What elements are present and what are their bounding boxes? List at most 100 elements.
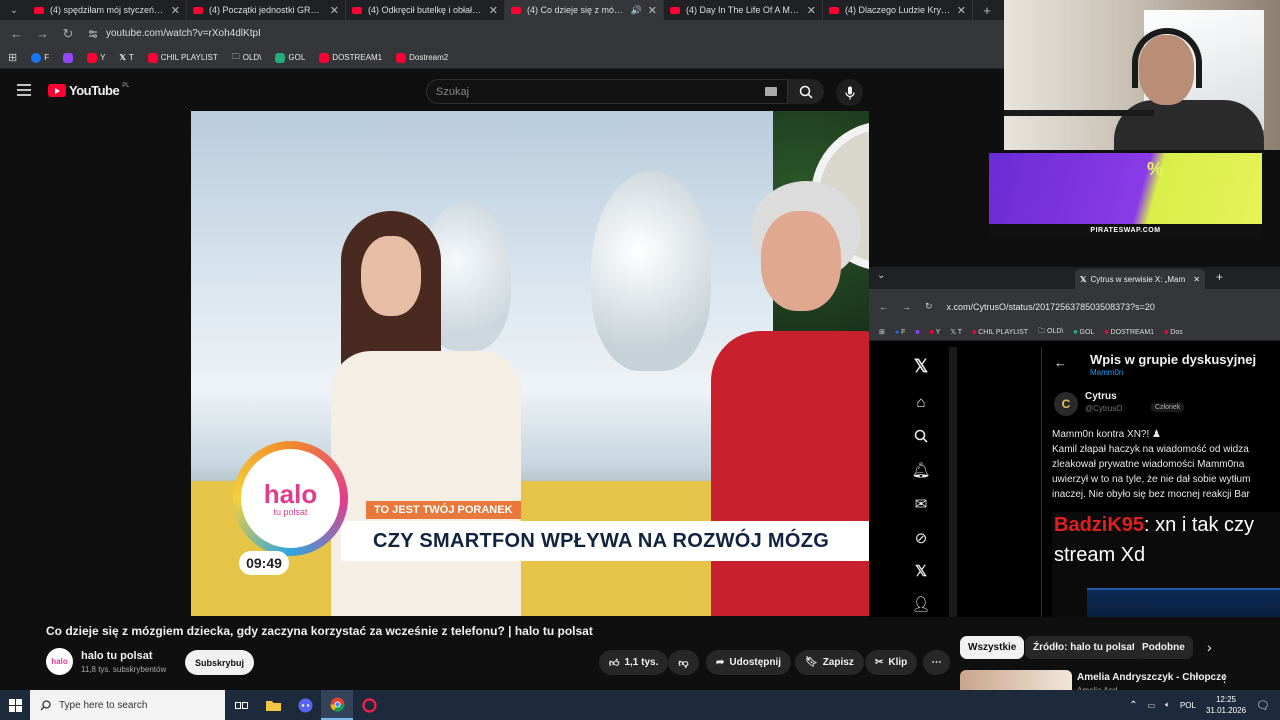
bookmark-facebook[interactable]: F: [31, 52, 49, 63]
back-arrow-icon[interactable]: ←: [1054, 355, 1067, 370]
x-url-text[interactable]: x.com/CytrusO/status/2017256378503508373…: [947, 302, 1155, 312]
dislike-button[interactable]: 👎︎: [668, 650, 699, 675]
tray-chevron-up-icon[interactable]: ⌃: [1129, 700, 1137, 711]
back-arrow-icon[interactable]: ←: [879, 302, 888, 312]
bookmark-twitch[interactable]: ■: [915, 329, 919, 336]
bookmark-x[interactable]: 𝕏 T: [950, 328, 962, 336]
browser-tab[interactable]: (4) Odkręcił butelkę i obłał ścia ✕: [346, 0, 505, 20]
close-tab-icon[interactable]: ✕: [171, 4, 180, 17]
reload-icon[interactable]: ↻: [925, 301, 933, 312]
browser-tab-active[interactable]: (4) Co dzieje się z mózgiem 🔊 ✕: [505, 0, 664, 20]
bookmark-twitch[interactable]: [63, 52, 74, 63]
chip-related[interactable]: Podobne: [1134, 636, 1193, 659]
windows-start-button[interactable]: [0, 690, 30, 720]
browser-tab[interactable]: (4) spędziłam mój styczeń w do ✕: [28, 0, 187, 20]
browser-tab[interactable]: (4) Dlaczego Ludzie Krytykują Te ✕: [823, 0, 973, 20]
home-icon[interactable]: ⌂: [912, 393, 930, 411]
close-tab-icon[interactable]: ✕: [1193, 275, 1200, 284]
apps-grid-icon[interactable]: ⊞: [8, 51, 17, 64]
bookmark-dostream2[interactable]: ■ Dos: [1164, 329, 1183, 336]
chrome-icon[interactable]: [321, 690, 353, 720]
close-tab-icon[interactable]: ✕: [957, 4, 966, 17]
youtube-logo[interactable]: YouTube PL: [48, 83, 130, 98]
forward-arrow-icon[interactable]: →: [902, 302, 911, 312]
bookmark-dostream1[interactable]: ■ DOSTREAM1: [1104, 329, 1154, 336]
scrollbar[interactable]: [949, 347, 957, 617]
video-player[interactable]: CZY SMARTFON WPŁYWA NA ROZWÓJ MÓZG TO JE…: [0, 111, 1004, 616]
volume-icon[interactable]: 🔈︎: [1165, 700, 1170, 710]
bookmark-gol[interactable]: ■ GOL: [1073, 329, 1094, 336]
discord-icon[interactable]: [289, 690, 321, 720]
channel-avatar[interactable]: halo: [46, 648, 73, 675]
share-button[interactable]: ➦ Udostępnij: [706, 650, 792, 675]
taskbar-search-input[interactable]: Type here to search: [30, 690, 225, 720]
subscribe-button[interactable]: Subskrybuj: [185, 650, 254, 675]
close-tab-icon[interactable]: ✕: [330, 4, 339, 17]
more-actions-button[interactable]: ⋯: [923, 650, 950, 675]
bookmark-folder-old[interactable]: 🗀 OLD\: [1038, 327, 1063, 338]
bookmark-gol[interactable]: GOL: [275, 52, 305, 63]
save-button[interactable]: 🔖︎ Zapisz: [795, 650, 864, 675]
chevron-right-icon[interactable]: ›: [1207, 639, 1212, 655]
task-view-icon[interactable]: [225, 690, 257, 720]
bookmark-folder-old[interactable]: 🗀 OLD\: [232, 51, 262, 65]
close-tab-icon[interactable]: ✕: [807, 4, 816, 17]
notifications-bell-icon[interactable]: 🔔︎: [911, 461, 930, 479]
messages-envelope-icon[interactable]: ✉: [912, 495, 930, 513]
network-icon[interactable]: ▭: [1148, 701, 1156, 710]
bookmark-dostream1[interactable]: DOSTREAM1: [319, 52, 382, 63]
like-button[interactable]: 👍︎ 1,1 tys.: [599, 650, 669, 675]
search-icon[interactable]: [912, 427, 930, 445]
site-info-icon[interactable]: [88, 29, 98, 39]
grok-icon[interactable]: ⊘: [912, 529, 930, 547]
chip-all[interactable]: Wszystkie: [960, 636, 1025, 659]
recommended-thumbnail[interactable]: [960, 670, 1072, 692]
browser-tab[interactable]: (4) Day In The Life Of A Multi-M ✕: [664, 0, 823, 20]
chip-source[interactable]: Źródło: halo tu polsat: [1025, 636, 1144, 659]
close-tab-icon[interactable]: ✕: [489, 4, 498, 17]
browser-tab[interactable]: (4) Początki jednostki GROM. A ✕: [187, 0, 346, 20]
post-media[interactable]: BadziK95: xn i tak czy stream Xd: [1052, 512, 1280, 617]
bookmark-dostream2[interactable]: Dostream2: [396, 52, 448, 63]
taskbar-clock[interactable]: 12:25 31.01.2026: [1206, 694, 1246, 716]
profile-icon[interactable]: 👤︎: [911, 595, 930, 613]
author-avatar[interactable]: C: [1054, 392, 1078, 416]
voice-search-button[interactable]: [836, 79, 863, 106]
bookmark-chil-playlist[interactable]: ■ CHIL PLAYLIST: [972, 329, 1028, 336]
kebab-menu-icon[interactable]: ⋮: [1219, 672, 1230, 685]
close-tab-icon[interactable]: ✕: [648, 4, 657, 17]
forward-arrow-icon[interactable]: →: [36, 26, 49, 41]
notification-center-icon[interactable]: 🗨︎: [1256, 699, 1270, 712]
tab-search-chevron-icon[interactable]: ⌄: [0, 0, 28, 20]
bookmark-chil-playlist[interactable]: CHIL PLAYLIST: [147, 52, 218, 63]
video-frame[interactable]: CZY SMARTFON WPŁYWA NA ROZWÓJ MÓZG TO JE…: [191, 111, 869, 616]
x-group-link[interactable]: Mamm0n: [1090, 368, 1123, 377]
apps-grid-icon[interactable]: ⊞: [879, 328, 885, 336]
author-handle[interactable]: @CytrusO: [1085, 404, 1122, 413]
x-premium-icon[interactable]: 𝕏: [912, 562, 930, 580]
bookmark-youtube[interactable]: ■ Y: [930, 329, 941, 336]
keyboard-icon[interactable]: [765, 87, 777, 96]
x-browser-tab[interactable]: 𝕏 Cytrus w serwisie X: „Mam ✕: [1075, 269, 1205, 289]
new-tab-button[interactable]: +: [973, 0, 1001, 20]
search-input[interactable]: Szukaj: [426, 79, 788, 104]
new-tab-button[interactable]: +: [1216, 270, 1223, 284]
language-indicator[interactable]: POL: [1180, 701, 1196, 710]
url-field[interactable]: youtube.com/watch?v=rXoh4dlKtpI: [88, 23, 998, 44]
hamburger-menu-icon[interactable]: [17, 83, 31, 96]
recommended-title[interactable]: Amelia Andryszczyk - Chłopcze: [1077, 672, 1227, 683]
bookmark-youtube[interactable]: Y: [87, 52, 105, 63]
speaker-icon[interactable]: 🔊: [631, 5, 642, 16]
bookmark-x[interactable]: 𝕏T: [119, 53, 133, 62]
x-logo-icon[interactable]: 𝕏: [912, 356, 930, 376]
author-name[interactable]: Cytrus: [1085, 391, 1117, 402]
clip-button[interactable]: ✂ Klip: [865, 650, 918, 675]
file-explorer-icon[interactable]: [257, 690, 289, 720]
back-arrow-icon[interactable]: ←: [10, 26, 23, 41]
channel-name[interactable]: halo tu polsat: [81, 650, 153, 662]
reload-icon[interactable]: ↻: [62, 26, 74, 42]
opera-gx-icon[interactable]: [353, 690, 385, 720]
tab-search-chevron-icon[interactable]: ⌄: [877, 270, 885, 281]
bookmark-facebook[interactable]: ● F: [895, 329, 905, 336]
search-button[interactable]: [788, 79, 824, 104]
